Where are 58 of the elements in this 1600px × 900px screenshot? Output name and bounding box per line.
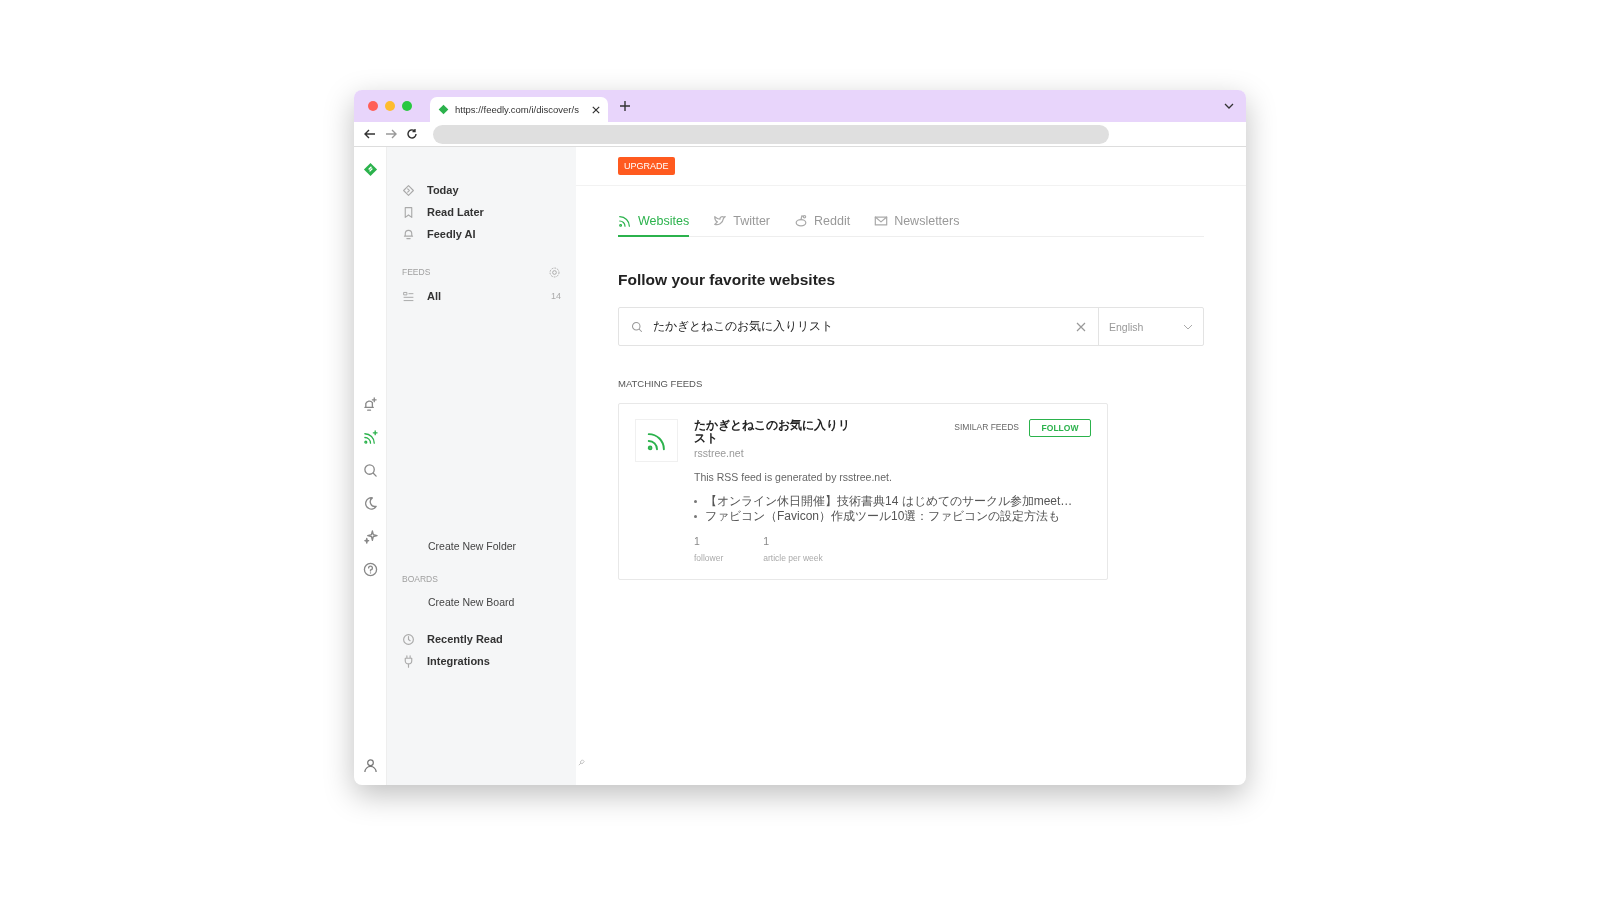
bullet-icon — [694, 500, 697, 503]
bookmark-icon — [402, 205, 415, 219]
stat-value: 1 — [694, 535, 701, 547]
clock-icon — [402, 632, 415, 646]
mail-icon — [874, 214, 889, 228]
feedly-logo-icon — [438, 104, 449, 115]
browser-tab[interactable]: https://feedly.com/i/discover/s — [430, 97, 608, 122]
maximize-light[interactable] — [402, 101, 412, 111]
rss-plus-icon — [362, 430, 378, 445]
feedly-logo-icon[interactable] — [362, 162, 378, 177]
user-icon[interactable] — [362, 758, 378, 773]
sidebar-item[interactable]: All — [427, 290, 442, 302]
pin-icon[interactable] — [577, 758, 586, 767]
feed-source: rsstree.net — [694, 447, 745, 459]
settings-icon[interactable] — [548, 265, 561, 279]
sidebar-item[interactable]: Integrations — [427, 655, 490, 667]
back-arrow-icon[interactable] — [364, 128, 376, 140]
sidebar-item[interactable]: Feedly AI — [427, 228, 476, 240]
stat-value: 1 — [763, 535, 771, 547]
help-icon — [362, 562, 378, 577]
sparkle-icon — [362, 529, 378, 544]
stat-label: article per week — [763, 553, 823, 563]
close-light[interactable] — [368, 101, 378, 111]
bullet-icon — [694, 515, 697, 518]
unread-count: 14 — [551, 291, 561, 301]
feed-title[interactable]: たかぎとねこのお気に入りリスト — [694, 419, 854, 445]
create-board-link[interactable]: Create New Board — [402, 592, 561, 612]
moon-icon — [362, 496, 378, 511]
feed-description: This RSS feed is generated by rsstree.net. — [694, 471, 893, 483]
close-icon[interactable] — [592, 105, 600, 114]
similar-feeds-link[interactable]: SIMILAR FEEDS — [954, 422, 1019, 432]
clear-icon[interactable] — [1076, 321, 1086, 332]
chevron-down-icon — [1183, 323, 1193, 330]
sidebar-item[interactable]: Today — [427, 184, 459, 196]
create-folder-link[interactable]: Create New Folder — [402, 536, 561, 556]
chevron-down-icon[interactable] — [1224, 103, 1234, 109]
section-heading: BOARDS — [402, 574, 438, 584]
new-tab-icon[interactable] — [620, 101, 630, 111]
section-heading: MATCHING FEEDS — [618, 378, 704, 389]
search-field[interactable]: たかぎとねこのお気に入りリスト English — [618, 307, 1204, 346]
rss-icon — [618, 214, 632, 228]
bird-icon — [713, 214, 728, 228]
search-icon — [362, 463, 378, 478]
sidebar-item[interactable]: Read Later — [427, 206, 484, 218]
article-title[interactable]: 【オンライン休日開催】技術書典14 はじめてのサークル参加meet… — [705, 494, 1073, 509]
forward-arrow-icon[interactable] — [385, 128, 397, 140]
reload-icon[interactable] — [406, 128, 418, 140]
list-icon — [402, 289, 415, 303]
search-input[interactable]: たかぎとねこのお気に入りリスト — [651, 318, 1068, 335]
diamond-icon — [402, 183, 415, 197]
stat-label: follower — [694, 553, 724, 563]
page-heading: Follow your favorite websites — [618, 271, 837, 289]
search-icon — [631, 320, 643, 333]
sidebar-item[interactable]: Recently Read — [427, 633, 503, 645]
plug-icon — [402, 654, 415, 668]
article-title[interactable]: ファビコン（Favicon）作成ツール10選：ファビコンの設定方法も — [705, 509, 1061, 524]
section-heading: FEEDS — [402, 267, 431, 277]
alien-icon — [794, 214, 808, 228]
